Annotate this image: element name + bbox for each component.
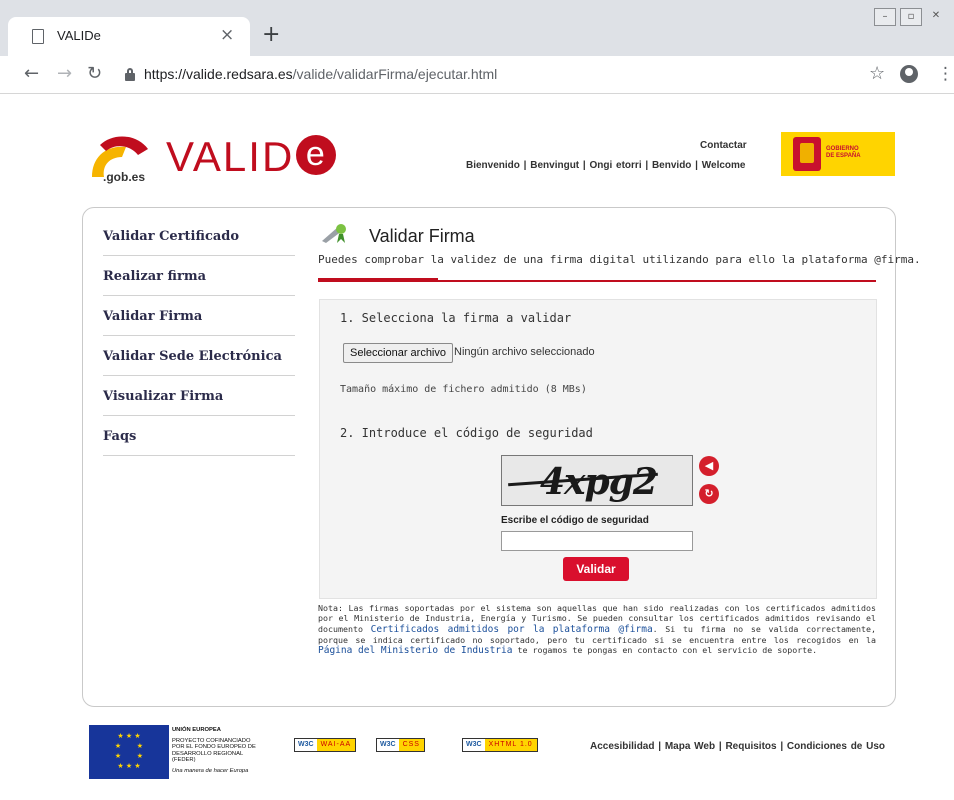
web-page: .gob.es VALID e Contactar Bienvenido | Be… — [0, 95, 954, 800]
language-links[interactable]: Bienvenido | Benvingut | Ongi etorri | B… — [466, 160, 745, 171]
max-file-size-note: Tamaño máximo de fichero admitido (8 MBs… — [340, 384, 587, 395]
captcha-refresh-icon[interactable]: ↻ — [699, 484, 719, 504]
contact-link[interactable]: Contactar — [700, 140, 747, 151]
account-icon[interactable] — [900, 65, 918, 83]
validar-button[interactable]: Validar — [563, 557, 629, 581]
footer-links[interactable]: Accesibilidad | Mapa Web | Requisitos | … — [590, 741, 885, 752]
valide-logo[interactable]: VALID e — [166, 135, 337, 179]
eu-flag-icon: ★ ★ ★ ★ ★ ★ ★ ★ ★ ★ — [89, 725, 169, 779]
select-file-button[interactable]: Seleccionar archivo — [343, 343, 453, 363]
reload-icon[interactable]: ↻ — [87, 62, 102, 86]
page-title: Validar Firma — [369, 226, 475, 246]
browser-tab[interactable]: VALIDe × — [8, 17, 250, 56]
tab-title: VALIDe — [57, 28, 101, 43]
forward-arrow-icon[interactable]: → — [57, 62, 72, 86]
bookmark-star-icon[interactable]: ☆ — [869, 63, 885, 84]
w3c-css-badge[interactable]: W3C CSS — [376, 738, 425, 752]
sidebar-item-validar-certificado[interactable]: Validar Certificado — [103, 216, 295, 256]
address-bar[interactable]: https://valide.redsara.es/valide/validar… — [144, 66, 497, 82]
sidebar-item-visualizar-firma[interactable]: Visualizar Firma — [103, 376, 295, 416]
page-subtitle: Puedes comprobar la validez de una firma… — [318, 253, 921, 266]
title-divider-accent — [318, 278, 438, 282]
sidebar-item-validar-sede[interactable]: Validar Sede Electrónica — [103, 336, 295, 376]
captcha-image: 4xpg2 — [501, 455, 693, 506]
close-tab-icon[interactable]: × — [220, 25, 234, 45]
step-1-heading: 1. Selecciona la firma a validar — [340, 311, 572, 325]
page-icon — [32, 29, 44, 44]
certificados-link[interactable]: Certificados admitidos por la plataforma… — [371, 624, 653, 635]
sidebar-item-faqs[interactable]: Faqs — [103, 416, 295, 456]
w3c-wai-aa-badge[interactable]: W3C WAI-AA — [294, 738, 357, 752]
support-note: Nota: Las firmas soportadas por el siste… — [318, 603, 876, 657]
file-status-text: Ningún archivo seleccionado — [454, 346, 595, 358]
captcha-input[interactable] — [501, 531, 693, 551]
lock-icon[interactable] — [125, 68, 135, 81]
captcha-label: Escribe el código de seguridad — [501, 515, 649, 526]
close-window-button[interactable]: ✕ — [926, 8, 946, 26]
captcha-audio-icon[interactable]: ◀ — [699, 456, 719, 476]
browser-toolbar: ← → ↻ https://valide.redsara.es/valide/v… — [0, 56, 954, 94]
minimize-button[interactable]: – — [874, 8, 896, 26]
sidebar-menu: Validar Certificado Realizar firma Valid… — [103, 216, 295, 456]
eu-funding-text: UNIÓN EUROPEA PROYECTO COFINANCIADO POR … — [172, 727, 256, 774]
ministerio-link[interactable]: Página del Ministerio de Industria — [318, 645, 512, 656]
menu-kebab-icon[interactable]: ⋮ — [937, 64, 954, 84]
step-2-heading: 2. Introduce el código de seguridad — [340, 426, 593, 440]
gob-es-logo-text: .gob.es — [103, 170, 146, 184]
sidebar-item-realizar-firma[interactable]: Realizar firma — [103, 256, 295, 296]
browser-tab-strip: VALIDe × + – ▫ ✕ — [0, 0, 954, 56]
w3c-xhtml-badge[interactable]: W3C XHTML 1.0 — [462, 738, 538, 752]
back-arrow-icon[interactable]: ← — [24, 62, 39, 86]
sidebar-item-validar-firma[interactable]: Validar Firma — [103, 296, 295, 336]
signature-pen-icon — [322, 224, 346, 243]
gobierno-de-espana-logo[interactable]: GOBIERNO DE ESPAÑA — [781, 132, 895, 176]
window-controls: – ▫ ✕ — [874, 8, 950, 26]
maximize-button[interactable]: ▫ — [900, 8, 922, 26]
coat-of-arms-icon — [793, 137, 821, 171]
new-tab-button[interactable]: + — [262, 24, 280, 46]
